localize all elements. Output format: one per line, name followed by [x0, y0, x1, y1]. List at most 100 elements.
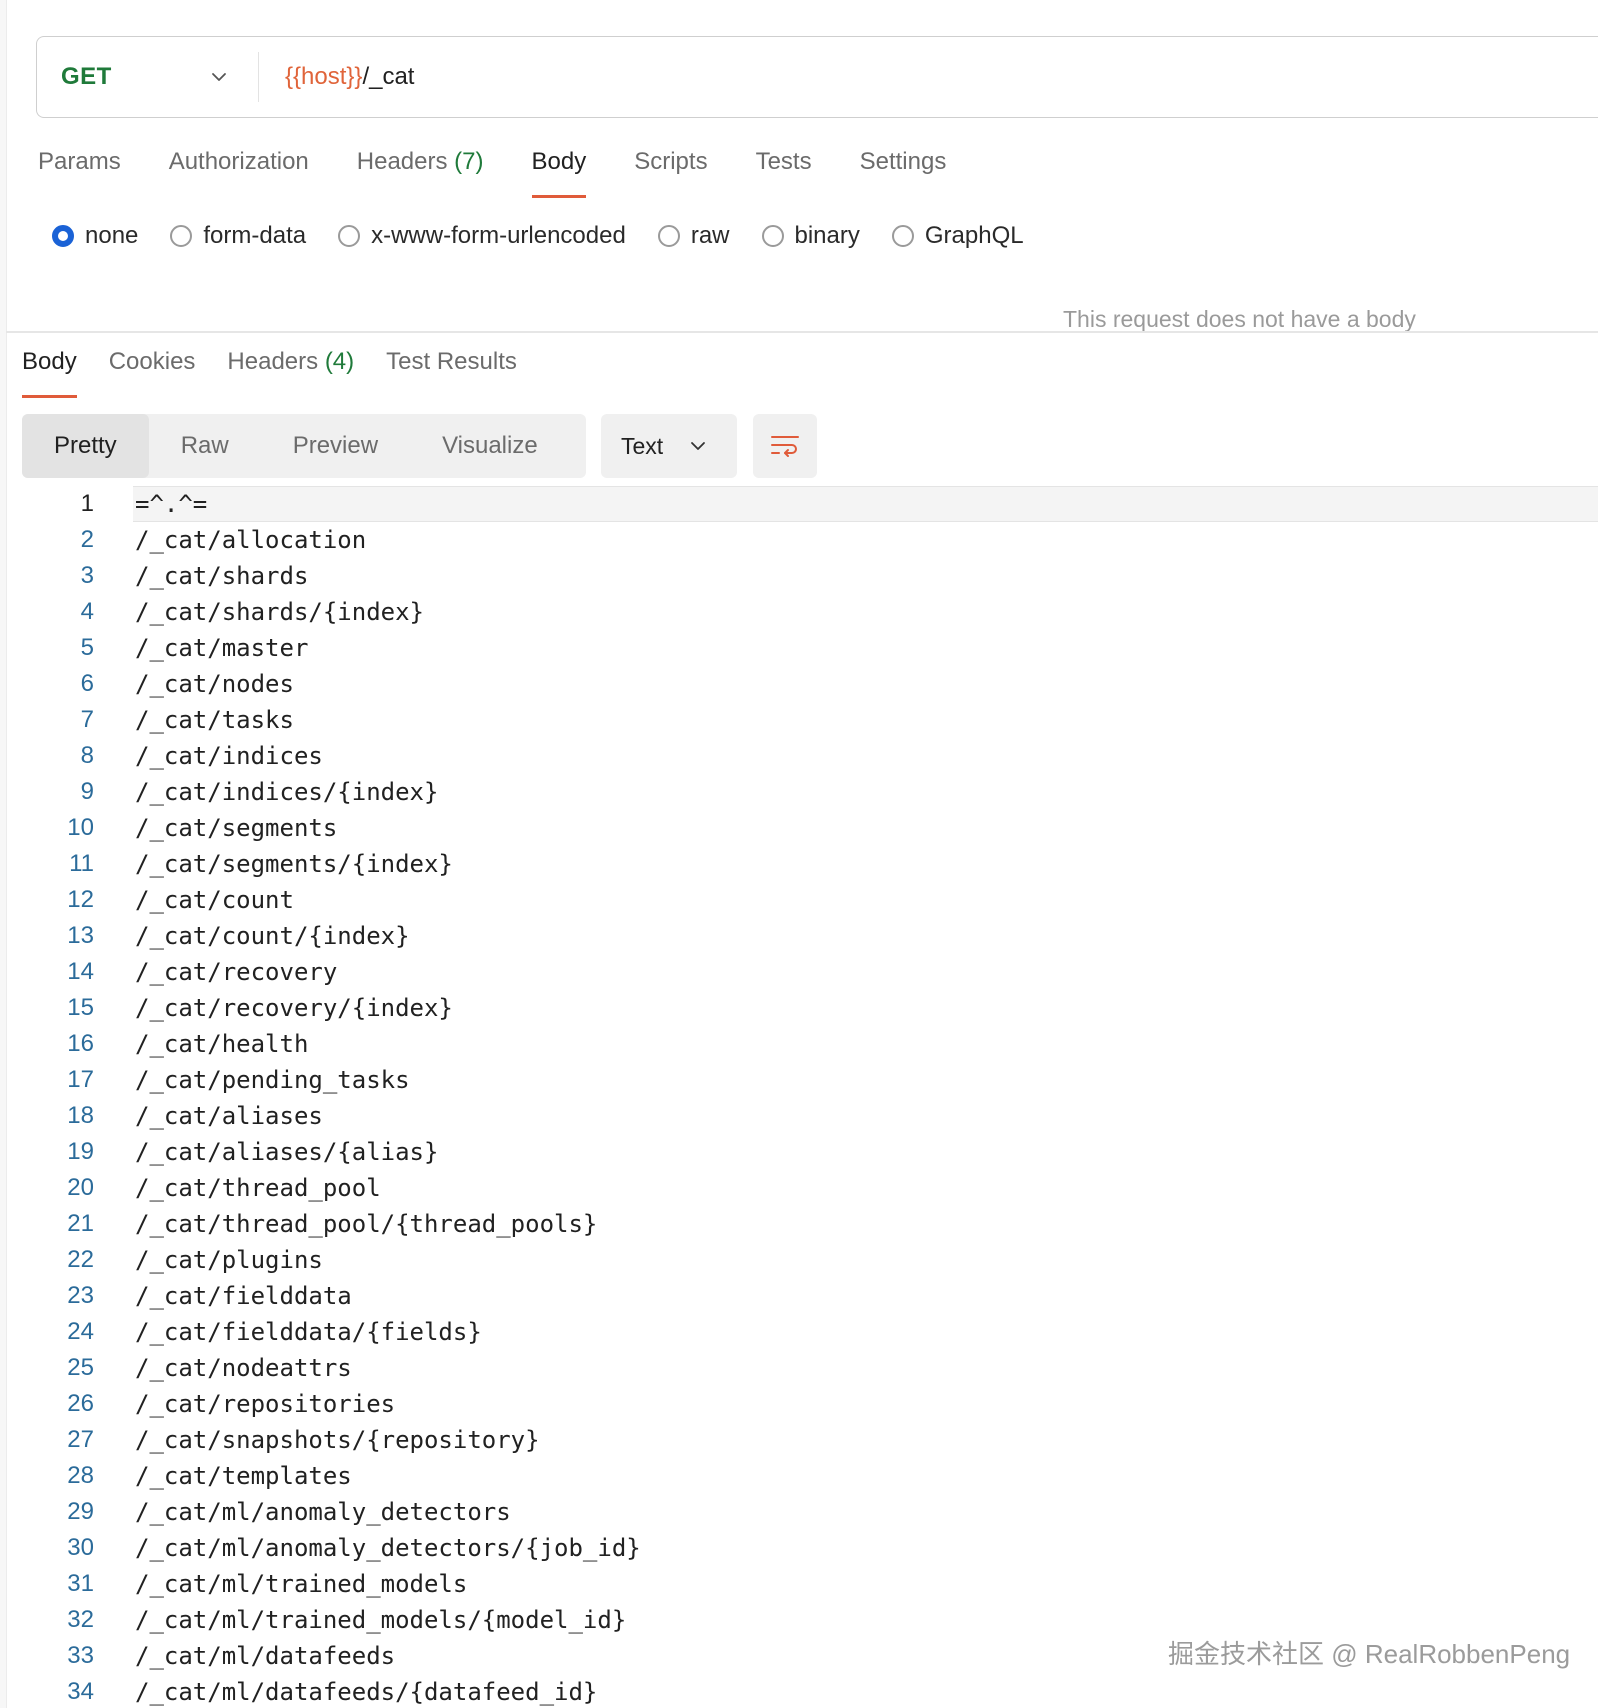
radio-none[interactable]: none — [52, 222, 138, 250]
code-line-text: /_cat/thread_pool — [135, 1174, 381, 1202]
response-headers-count: (4) — [324, 348, 355, 375]
response-tab-test-results[interactable]: Test Results — [386, 348, 517, 398]
response-tab-cookies[interactable]: Cookies — [109, 348, 196, 398]
view-pretty-button[interactable]: Pretty — [22, 414, 149, 478]
code-line: 1 =^.^= — [0, 486, 1598, 522]
url-input[interactable]: {{host}}/_cat — [259, 63, 414, 91]
radio-binary[interactable]: binary — [761, 222, 860, 250]
line-number: 14 — [67, 958, 94, 985]
line-number: 32 — [67, 1606, 94, 1633]
response-tab-headers[interactable]: Headers (4) — [227, 348, 354, 398]
line-number: 26 — [67, 1390, 94, 1417]
view-visualize-button[interactable]: Visualize — [410, 414, 570, 478]
radio-empty-icon — [338, 225, 361, 247]
wrap-lines-button[interactable] — [753, 414, 817, 478]
code-line: 11 /_cat/segments/{index} — [0, 846, 1598, 882]
line-number: 31 — [67, 1570, 94, 1597]
code-line: 8 /_cat/indices — [0, 738, 1598, 774]
code-line-text: /_cat/health — [135, 1030, 309, 1058]
tab-params[interactable]: Params — [38, 148, 121, 198]
code-line: 3 /_cat/shards — [0, 558, 1598, 594]
body-type-radios: none form-data x-www-form-urlencoded raw… — [52, 222, 1056, 250]
line-number: 1 — [80, 490, 94, 517]
code-line-text: /_cat/thread_pool/{thread_pools} — [135, 1210, 598, 1238]
code-line: 21 /_cat/thread_pool/{thread_pools} — [0, 1206, 1598, 1242]
radio-empty-icon — [761, 225, 784, 247]
code-line: 9 /_cat/indices/{index} — [0, 774, 1598, 810]
radio-raw[interactable]: raw — [657, 222, 730, 250]
code-line-text: /_cat/shards/{index} — [135, 598, 424, 626]
format-dropdown[interactable]: Text — [601, 414, 737, 478]
pane-divider[interactable] — [6, 331, 1598, 333]
line-number: 5 — [80, 634, 94, 661]
view-raw-button[interactable]: Raw — [149, 414, 261, 478]
code-line-text: /_cat/ml/trained_models/{model_id} — [135, 1606, 627, 1634]
code-line: 14 /_cat/recovery — [0, 954, 1598, 990]
code-line: 15 /_cat/recovery/{index} — [0, 990, 1598, 1026]
line-number: 9 — [80, 778, 94, 805]
code-line: 34 /_cat/ml/datafeeds/{datafeed_id} — [0, 1674, 1598, 1708]
code-line-text: /_cat/ml/anomaly_detectors/{job_id} — [135, 1534, 641, 1562]
tab-tests[interactable]: Tests — [756, 148, 812, 198]
line-number: 18 — [67, 1102, 94, 1129]
line-number: 15 — [67, 994, 94, 1021]
code-line: 28 /_cat/templates — [0, 1458, 1598, 1494]
radio-form-data[interactable]: form-data — [170, 222, 306, 250]
url-host-variable: {{host}} — [285, 63, 363, 90]
tab-settings[interactable]: Settings — [860, 148, 947, 198]
line-number: 34 — [67, 1678, 94, 1705]
response-body-viewer[interactable]: 1 =^.^= 2 /_cat/allocation 3 /_cat/shards 4 /_c… — [0, 486, 1598, 1708]
radio-empty-icon — [170, 225, 193, 247]
watermark: 掘金技术社区 @ RealRobbenPeng — [1168, 1639, 1571, 1669]
code-line-text: /_cat/allocation — [135, 526, 367, 554]
line-number: 28 — [67, 1462, 94, 1489]
line-number: 24 — [67, 1318, 94, 1345]
tab-headers[interactable]: Headers (7) — [357, 148, 484, 198]
line-number: 16 — [67, 1030, 94, 1057]
code-line: 29 /_cat/ml/anomaly_detectors — [0, 1494, 1598, 1530]
code-line: 22 /_cat/plugins — [0, 1242, 1598, 1278]
line-number: 20 — [67, 1174, 94, 1201]
code-line-text: /_cat/ml/anomaly_detectors — [135, 1498, 511, 1526]
chevron-down-icon — [691, 442, 706, 450]
line-number: 3 — [80, 562, 94, 589]
code-line-text: /_cat/recovery — [135, 958, 338, 986]
line-number: 27 — [67, 1426, 94, 1453]
radio-x-www-form-urlencoded[interactable]: x-www-form-urlencoded — [338, 222, 626, 250]
code-line-text: /_cat/fielddata — [135, 1282, 352, 1310]
code-line: 23 /_cat/fielddata — [0, 1278, 1598, 1314]
code-line-text: /_cat/shards — [135, 562, 309, 590]
headers-count: (7) — [454, 148, 484, 175]
no-body-message: This request does not have a body — [1063, 306, 1416, 332]
tab-scripts[interactable]: Scripts — [634, 148, 707, 198]
code-line: 13 /_cat/count/{index} — [0, 918, 1598, 954]
code-line-text: /_cat/recovery/{index} — [135, 994, 453, 1022]
code-line-text: /_cat/master — [135, 634, 309, 662]
line-number: 10 — [67, 814, 94, 841]
code-line: 12 /_cat/count — [0, 882, 1598, 918]
code-line-text: =^.^= — [135, 490, 208, 518]
code-line-text: /_cat/snapshots/{repository} — [135, 1426, 540, 1454]
line-number: 2 — [80, 526, 94, 553]
code-line: 24 /_cat/fielddata/{fields} — [0, 1314, 1598, 1350]
code-line-text: /_cat/fielddata/{fields} — [135, 1318, 482, 1346]
code-line-text: /_cat/segments — [135, 814, 338, 842]
code-line-text: /_cat/indices — [135, 742, 323, 770]
method-selector[interactable]: GET — [37, 52, 259, 102]
response-tab-body[interactable]: Body — [22, 348, 77, 398]
radio-graphql[interactable]: GraphQL — [891, 222, 1024, 250]
code-line: 10 /_cat/segments — [0, 810, 1598, 846]
radio-empty-icon — [891, 225, 914, 247]
code-line: 30 /_cat/ml/anomaly_detectors/{job_id} — [0, 1530, 1598, 1566]
line-number: 23 — [67, 1282, 94, 1309]
code-line: 4 /_cat/shards/{index} — [0, 594, 1598, 630]
tab-authorization[interactable]: Authorization — [169, 148, 309, 198]
radio-selected-icon — [52, 225, 74, 247]
code-line: 19 /_cat/aliases/{alias} — [0, 1134, 1598, 1170]
code-line: 25 /_cat/nodeattrs — [0, 1350, 1598, 1386]
view-preview-button[interactable]: Preview — [261, 414, 410, 478]
line-number: 30 — [67, 1534, 94, 1561]
tab-body[interactable]: Body — [531, 148, 586, 198]
code-line-text: /_cat/indices/{index} — [135, 778, 439, 806]
line-number: 4 — [80, 598, 94, 625]
